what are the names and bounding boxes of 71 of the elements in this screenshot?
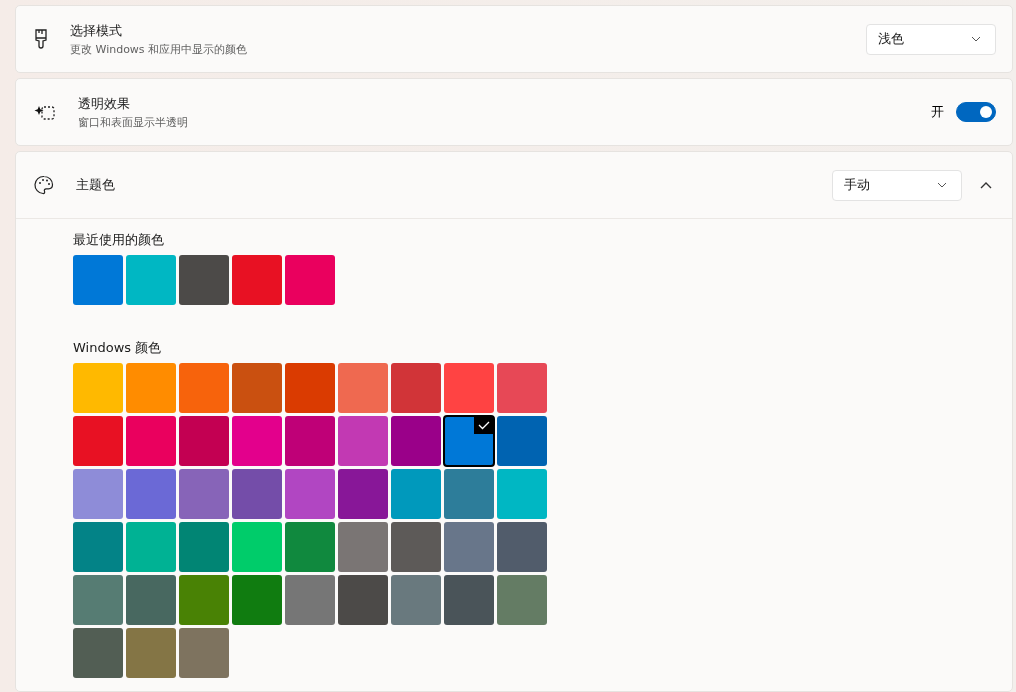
color-swatch[interactable] — [285, 363, 335, 413]
accent-mode-dropdown[interactable]: 手动 — [832, 169, 962, 201]
color-swatch[interactable] — [73, 575, 123, 625]
color-swatch[interactable] — [391, 575, 441, 625]
checkmark-icon — [474, 416, 494, 434]
color-swatch[interactable] — [73, 416, 123, 466]
setting-description: 更改 Windows 和应用中显示的颜色 — [70, 41, 249, 57]
color-swatch[interactable] — [497, 575, 547, 625]
color-swatch[interactable] — [391, 469, 441, 519]
color-swatch[interactable] — [285, 416, 335, 466]
color-swatch[interactable] — [232, 575, 282, 625]
color-swatch[interactable] — [73, 522, 123, 572]
setting-title: 选择模式 — [70, 21, 123, 40]
setting-title: 主题色 — [76, 176, 116, 194]
color-swatch[interactable] — [444, 416, 494, 466]
color-swatch[interactable] — [232, 522, 282, 572]
color-swatch[interactable] — [391, 522, 441, 572]
color-swatch[interactable] — [391, 363, 441, 413]
color-swatch[interactable] — [444, 469, 494, 519]
color-swatch[interactable] — [126, 469, 176, 519]
color-swatch[interactable] — [497, 416, 547, 466]
palette-icon — [34, 175, 54, 195]
color-swatch[interactable] — [73, 363, 123, 413]
color-swatch[interactable] — [73, 628, 123, 678]
color-swatch[interactable] — [179, 575, 229, 625]
transparency-toggle[interactable] — [956, 102, 996, 122]
color-swatch[interactable] — [497, 469, 547, 519]
color-swatch[interactable] — [391, 416, 441, 466]
color-swatch[interactable] — [338, 469, 388, 519]
color-swatch[interactable] — [179, 416, 229, 466]
chevron-down-icon — [937, 182, 947, 188]
color-swatch[interactable] — [232, 469, 282, 519]
color-swatch[interactable] — [179, 363, 229, 413]
color-swatch[interactable] — [126, 575, 176, 625]
toggle-state-label: 开 — [931, 103, 944, 121]
color-swatch[interactable] — [126, 363, 176, 413]
color-swatch[interactable] — [338, 575, 388, 625]
color-swatch[interactable] — [232, 416, 282, 466]
color-swatch[interactable] — [285, 255, 335, 305]
paintbrush-icon — [34, 29, 48, 49]
color-swatch[interactable] — [497, 363, 547, 413]
chevron-down-icon — [971, 36, 981, 42]
color-swatch[interactable] — [73, 469, 123, 519]
color-swatch[interactable] — [285, 575, 335, 625]
color-swatch[interactable] — [126, 255, 176, 305]
color-swatch[interactable] — [179, 628, 229, 678]
color-swatch[interactable] — [73, 255, 123, 305]
color-swatch[interactable] — [444, 522, 494, 572]
color-swatch[interactable] — [444, 575, 494, 625]
color-swatch[interactable] — [232, 255, 282, 305]
sparkle-icon — [34, 103, 56, 121]
color-swatch[interactable] — [444, 363, 494, 413]
color-swatch[interactable] — [338, 363, 388, 413]
chevron-icon — [980, 181, 992, 189]
color-swatch[interactable] — [179, 255, 229, 305]
section-label: Windows 颜色 — [73, 339, 163, 357]
color-swatch[interactable] — [338, 416, 388, 466]
color-swatch[interactable] — [338, 522, 388, 572]
section-label: 最近使用的颜色 — [73, 231, 165, 249]
color-swatch[interactable] — [179, 469, 229, 519]
setting-title: 透明效果 — [78, 94, 131, 113]
color-swatch[interactable] — [126, 628, 176, 678]
color-swatch[interactable] — [285, 469, 335, 519]
color-swatch[interactable] — [232, 363, 282, 413]
color-swatch[interactable] — [179, 522, 229, 572]
mode-dropdown[interactable]: 浅色 — [866, 23, 996, 55]
color-swatch[interactable] — [497, 522, 547, 572]
color-swatch[interactable] — [126, 416, 176, 466]
color-swatch[interactable] — [126, 522, 176, 572]
color-swatch[interactable] — [285, 522, 335, 572]
setting-description: 窗口和表面显示半透明 — [78, 114, 189, 130]
